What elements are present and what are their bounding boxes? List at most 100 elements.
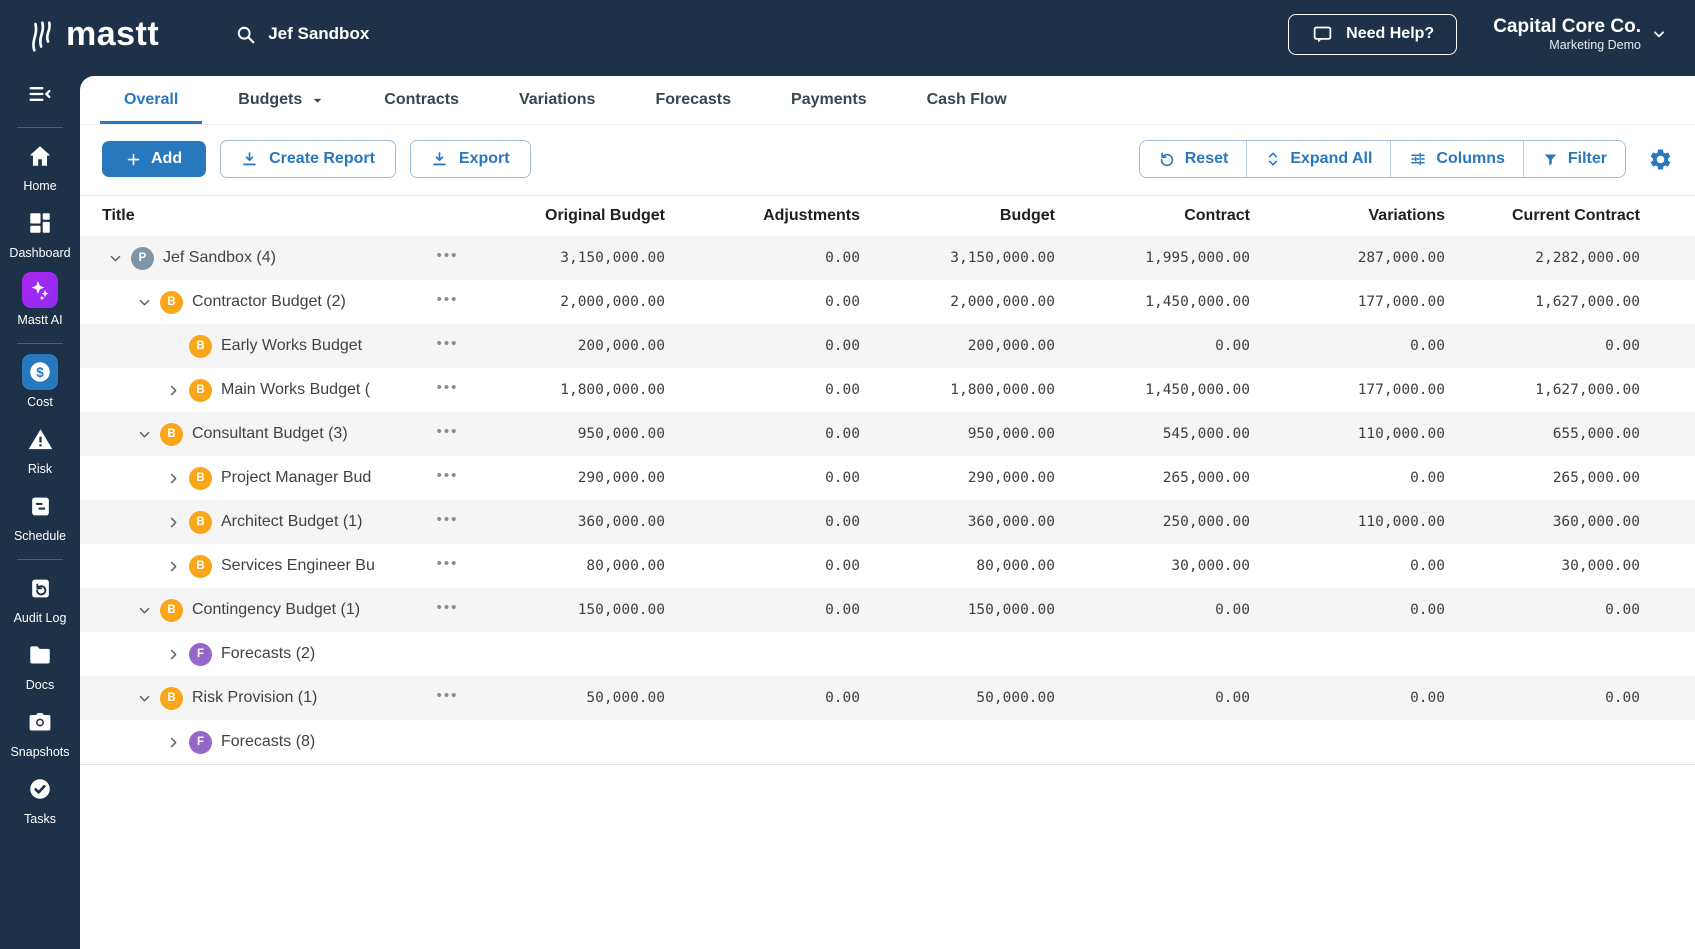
row-menu-button[interactable]: ••• [437, 600, 459, 621]
project-search[interactable]: Jef Sandbox [235, 24, 369, 45]
row-menu-button[interactable]: ••• [437, 424, 459, 445]
row-value: 0.00 [1445, 338, 1640, 354]
tab-budgets[interactable]: Budgets [208, 76, 354, 124]
collapse-menu-icon[interactable] [26, 80, 54, 113]
row-value: 200,000.00 [470, 338, 665, 354]
row-menu-button[interactable]: ••• [437, 380, 459, 401]
row-value: 0.00 [665, 690, 860, 706]
row-menu-button[interactable]: ••• [437, 556, 459, 577]
need-help-button[interactable]: Need Help? [1288, 14, 1457, 55]
table-row[interactable]: PJef Sandbox (4)•••3,150,000.000.003,150… [80, 236, 1695, 280]
settings-button[interactable] [1648, 147, 1673, 172]
expand-all-button[interactable]: Expand All [1246, 141, 1390, 177]
row-value: 0.00 [665, 514, 860, 530]
reset-label: Reset [1185, 150, 1229, 168]
row-menu-button[interactable]: ••• [437, 688, 459, 709]
row-menu-cell: ••• [425, 424, 470, 445]
row-value: 1,627,000.00 [1445, 294, 1640, 310]
sidebar-item-dashboard[interactable]: Dashboard [0, 205, 80, 260]
tab-contracts[interactable]: Contracts [354, 76, 489, 124]
chevron-right-icon[interactable] [160, 730, 186, 754]
export-button[interactable]: Export [410, 140, 531, 178]
gear-icon [1648, 147, 1673, 172]
row-value: 950,000.00 [470, 426, 665, 442]
row-value: 80,000.00 [470, 558, 665, 574]
table-row[interactable]: BServices Engineer Bu•••80,000.000.0080,… [80, 544, 1695, 588]
row-value: 0.00 [665, 470, 860, 486]
column-header-contract[interactable]: Contract [1055, 207, 1250, 225]
export-label: Export [459, 150, 510, 168]
add-button[interactable]: Add [102, 141, 206, 177]
sidebar-item-docs[interactable]: Docs [0, 637, 80, 692]
row-menu-button[interactable]: ••• [437, 336, 459, 357]
chevron-down-icon [311, 94, 324, 107]
table-row[interactable]: BArchitect Budget (1)•••360,000.000.0036… [80, 500, 1695, 544]
sidebar-item-label: Cost [27, 395, 53, 409]
row-value: 0.00 [1250, 470, 1445, 486]
sidebar-item-risk[interactable]: Risk [0, 421, 80, 476]
tab-label: Forecasts [655, 91, 731, 109]
row-title: Contractor Budget (2) [192, 293, 346, 311]
tab-variations[interactable]: Variations [489, 76, 625, 124]
account-menu[interactable]: Capital Core Co. Marketing Demo [1493, 16, 1667, 52]
table-row[interactable]: BContingency Budget (1)•••150,000.000.00… [80, 588, 1695, 632]
row-menu-cell: ••• [425, 512, 470, 533]
column-header-original-budget[interactable]: Original Budget [470, 207, 665, 225]
row-value: 30,000.00 [1445, 558, 1640, 574]
chevron-right-icon[interactable] [160, 554, 186, 578]
column-header-adjustments[interactable]: Adjustments [665, 207, 860, 225]
chevron-right-icon[interactable] [160, 378, 186, 402]
table-row[interactable]: BProject Manager Bud•••290,000.000.00290… [80, 456, 1695, 500]
row-menu-button[interactable]: ••• [437, 292, 459, 313]
tab-cash-flow[interactable]: Cash Flow [897, 76, 1037, 124]
table-row[interactable]: FForecasts (8) [80, 720, 1695, 764]
table-row[interactable]: BRisk Provision (1)•••50,000.000.0050,00… [80, 676, 1695, 720]
row-menu-cell: ••• [425, 600, 470, 621]
chevron-down-icon[interactable] [131, 422, 157, 446]
row-value: 1,995,000.00 [1055, 250, 1250, 266]
column-header-title[interactable]: Title [80, 207, 425, 225]
sidebar-item-audit-log[interactable]: Audit Log [0, 570, 80, 625]
reset-button[interactable]: Reset [1140, 141, 1247, 177]
chevron-right-icon[interactable] [160, 510, 186, 534]
sidebar-item-schedule[interactable]: Schedule [0, 488, 80, 543]
table-row[interactable]: BConsultant Budget (3)•••950,000.000.009… [80, 412, 1695, 456]
table-row[interactable]: BEarly Works Budget•••200,000.000.00200,… [80, 324, 1695, 368]
filter-button[interactable]: Filter [1523, 141, 1625, 177]
chevron-down-icon[interactable] [131, 290, 157, 314]
chevron-down-icon[interactable] [131, 686, 157, 710]
create-report-button[interactable]: Create Report [220, 140, 396, 178]
tab-forecasts[interactable]: Forecasts [625, 76, 761, 124]
tab-payments[interactable]: Payments [761, 76, 897, 124]
row-type-badge: B [189, 511, 212, 534]
download-icon [241, 151, 258, 168]
tasks-icon [27, 771, 53, 807]
row-menu-button[interactable]: ••• [437, 468, 459, 489]
row-title-cell: BContingency Budget (1) [80, 598, 425, 622]
column-header-current-contract[interactable]: Current Contract [1445, 207, 1640, 225]
sidebar-item-cost[interactable]: $Cost [0, 354, 80, 409]
column-header-variations[interactable]: Variations [1250, 207, 1445, 225]
sidebar-item-snapshots[interactable]: Snapshots [0, 704, 80, 759]
chevron-down-icon[interactable] [131, 598, 157, 622]
tab-overall[interactable]: Overall [94, 76, 208, 124]
row-menu-button[interactable]: ••• [437, 512, 459, 533]
columns-button[interactable]: Columns [1390, 141, 1522, 177]
table-row[interactable]: FForecasts (2) [80, 632, 1695, 676]
row-menu-button[interactable]: ••• [437, 248, 459, 269]
table-row[interactable]: BContractor Budget (2)•••2,000,000.000.0… [80, 280, 1695, 324]
table-row[interactable]: BMain Works Budget (•••1,800,000.000.001… [80, 368, 1695, 412]
chevron-right-icon[interactable] [160, 466, 186, 490]
search-query[interactable]: Jef Sandbox [268, 24, 369, 44]
chevron-down-icon[interactable] [102, 246, 128, 270]
top-bar: mastt Jef Sandbox Need Help? Capital Cor… [0, 0, 1695, 68]
row-title-cell: BContractor Budget (2) [80, 290, 425, 314]
sidebar-item-mastt-ai[interactable]: Mastt AI [0, 272, 80, 327]
sidebar-item-home[interactable]: Home [0, 138, 80, 193]
column-header-budget[interactable]: Budget [860, 207, 1055, 225]
row-title: Jef Sandbox (4) [163, 249, 276, 267]
budget-table: TitleOriginal BudgetAdjustmentsBudgetCon… [80, 195, 1695, 765]
chevron-right-icon[interactable] [160, 642, 186, 666]
sidebar-item-tasks[interactable]: Tasks [0, 771, 80, 826]
row-value: 265,000.00 [1055, 470, 1250, 486]
